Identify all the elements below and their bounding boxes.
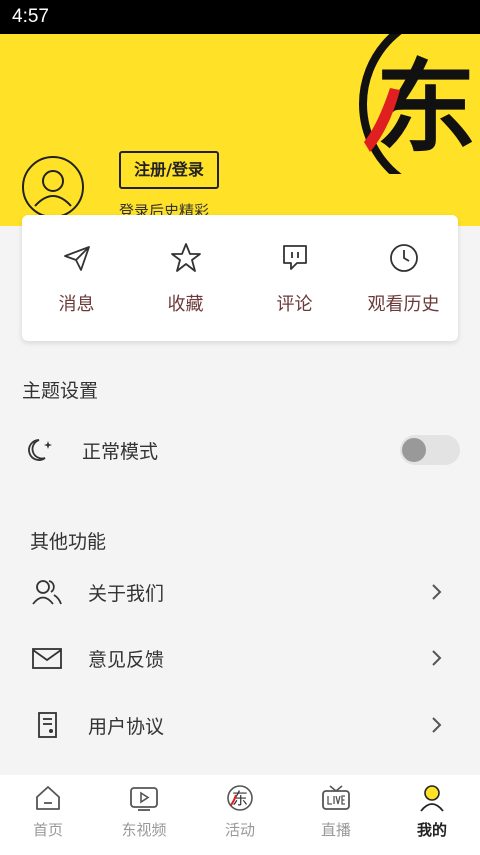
person-icon — [34, 170, 72, 207]
quick-action-history[interactable]: 观看历史 — [349, 215, 458, 341]
bottom-nav: 首页 东视频 东 活动 直播 我的 — [0, 775, 480, 855]
toggle-knob — [402, 438, 426, 462]
nav-home[interactable]: 首页 — [0, 775, 96, 855]
quick-action-favorites[interactable]: 收藏 — [131, 215, 240, 341]
chevron-right-icon — [430, 713, 444, 737]
login-register-button[interactable]: 注册/登录 — [119, 151, 219, 189]
menu-row-about[interactable]: 关于我们 — [0, 562, 480, 622]
menu-row-feedback[interactable]: 意见反馈 — [0, 628, 480, 688]
nav-live[interactable]: 直播 — [288, 775, 384, 855]
quick-action-label: 观看历史 — [367, 294, 440, 315]
video-icon — [96, 783, 192, 813]
nav-label: 东视频 — [121, 821, 167, 839]
theme-section-title: 主题设置 — [22, 380, 99, 402]
home-icon — [0, 783, 96, 813]
clock-icon — [349, 241, 458, 275]
person-icon — [384, 783, 480, 813]
menu-label: 意见反馈 — [88, 649, 165, 671]
nav-activity[interactable]: 东 活动 — [192, 775, 288, 855]
quick-action-messages[interactable]: 消息 — [22, 215, 131, 341]
menu-row-agreement[interactable]: 用户协议 — [0, 695, 480, 755]
dong-logo-icon: 东 — [192, 783, 288, 813]
nav-label: 首页 — [32, 821, 63, 839]
nav-label: 直播 — [320, 821, 351, 839]
nav-mine[interactable]: 我的 — [384, 775, 480, 855]
quick-actions-card: 消息 收藏 评论 观看历史 — [22, 215, 458, 341]
quick-action-label: 评论 — [276, 294, 313, 315]
paper-plane-icon — [22, 241, 131, 275]
status-bar: 4:57 — [0, 0, 480, 34]
menu-label: 关于我们 — [88, 583, 165, 605]
quick-action-label: 收藏 — [167, 294, 204, 315]
status-time: 4:57 — [12, 6, 49, 27]
theme-mode-toggle[interactable] — [400, 435, 460, 465]
quick-action-comments[interactable]: 评论 — [240, 215, 349, 341]
brand-logo: 东 — [340, 34, 480, 200]
live-tv-icon — [288, 783, 384, 813]
chevron-right-icon — [430, 646, 444, 670]
nav-video[interactable]: 东视频 — [96, 775, 192, 855]
other-section-title: 其他功能 — [30, 531, 107, 553]
star-icon — [131, 241, 240, 275]
menu-label: 用户协议 — [88, 716, 165, 738]
comment-icon — [240, 241, 349, 275]
profile-header: 东 注册/登录 登录后史精彩 — [0, 34, 480, 226]
envelope-icon — [30, 643, 64, 673]
nav-label: 我的 — [416, 821, 447, 839]
theme-mode-label: 正常模式 — [82, 441, 159, 463]
users-icon — [30, 577, 64, 607]
nav-label: 活动 — [224, 821, 255, 839]
chevron-right-icon — [430, 580, 444, 604]
avatar[interactable] — [22, 156, 84, 218]
document-icon — [30, 710, 64, 740]
quick-action-label: 消息 — [58, 294, 95, 315]
moon-icon — [26, 435, 60, 465]
